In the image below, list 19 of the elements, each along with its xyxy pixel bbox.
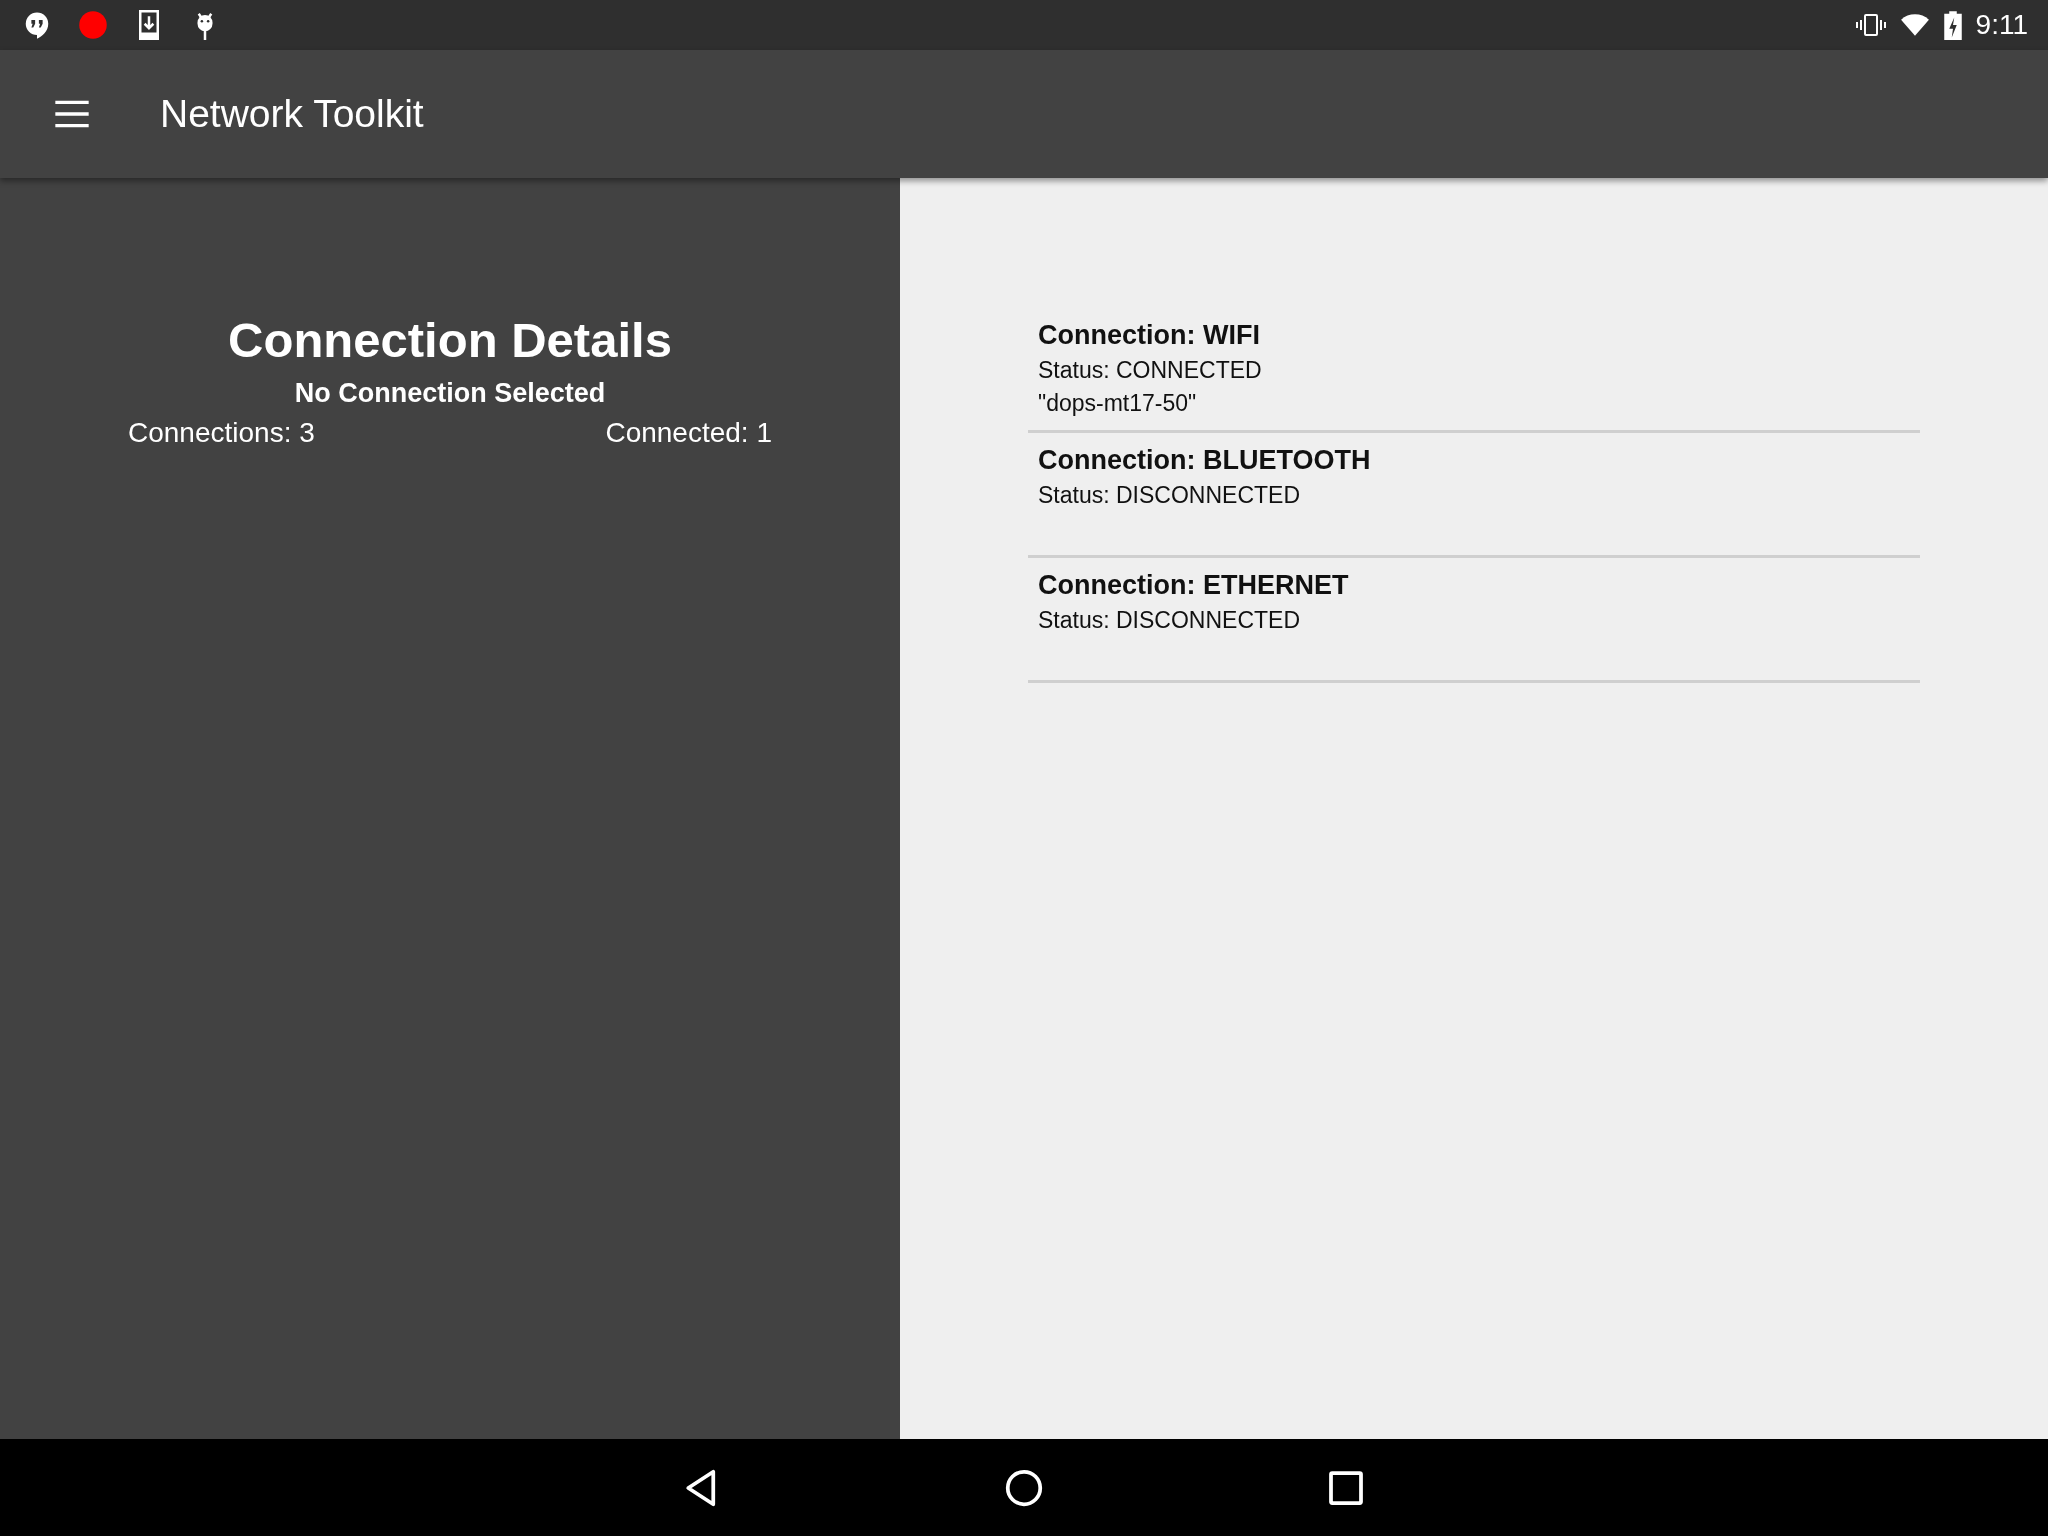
- connected-count: Connected: 1: [605, 417, 772, 449]
- connection-item[interactable]: Connection: BLUETOOTH Status: DISCONNECTED: [1028, 433, 1920, 558]
- connection-item[interactable]: Connection: WIFI Status: CONNECTED "dops-mt17-50": [1028, 308, 1920, 433]
- connection-status: Status: CONNECTED: [1038, 357, 1263, 384]
- home-icon[interactable]: [1004, 1467, 1044, 1508]
- connection-item[interactable]: Connection: ETHERNET Status: DISCONNECTED: [1028, 558, 1920, 683]
- record-dot-icon: [78, 10, 108, 40]
- details-title: Connection Details: [228, 312, 672, 368]
- connection-title: Connection: ETHERNET: [1038, 570, 1350, 601]
- connection-status: Status: DISCONNECTED: [1038, 607, 1301, 634]
- battery-charging-icon: [1943, 10, 1962, 40]
- app-title: Network Toolkit: [160, 92, 424, 136]
- connections-count: Connections: 3: [128, 417, 315, 449]
- connection-title: Connection: BLUETOOTH: [1038, 445, 1372, 476]
- details-subtitle: No Connection Selected: [294, 378, 606, 409]
- connection-title: Connection: WIFI: [1038, 320, 1261, 351]
- clock: 9:11: [1975, 9, 2028, 41]
- connection-status: Status: DISCONNECTED: [1038, 482, 1301, 509]
- network-name: "dops-mt17-50": [1038, 390, 1198, 417]
